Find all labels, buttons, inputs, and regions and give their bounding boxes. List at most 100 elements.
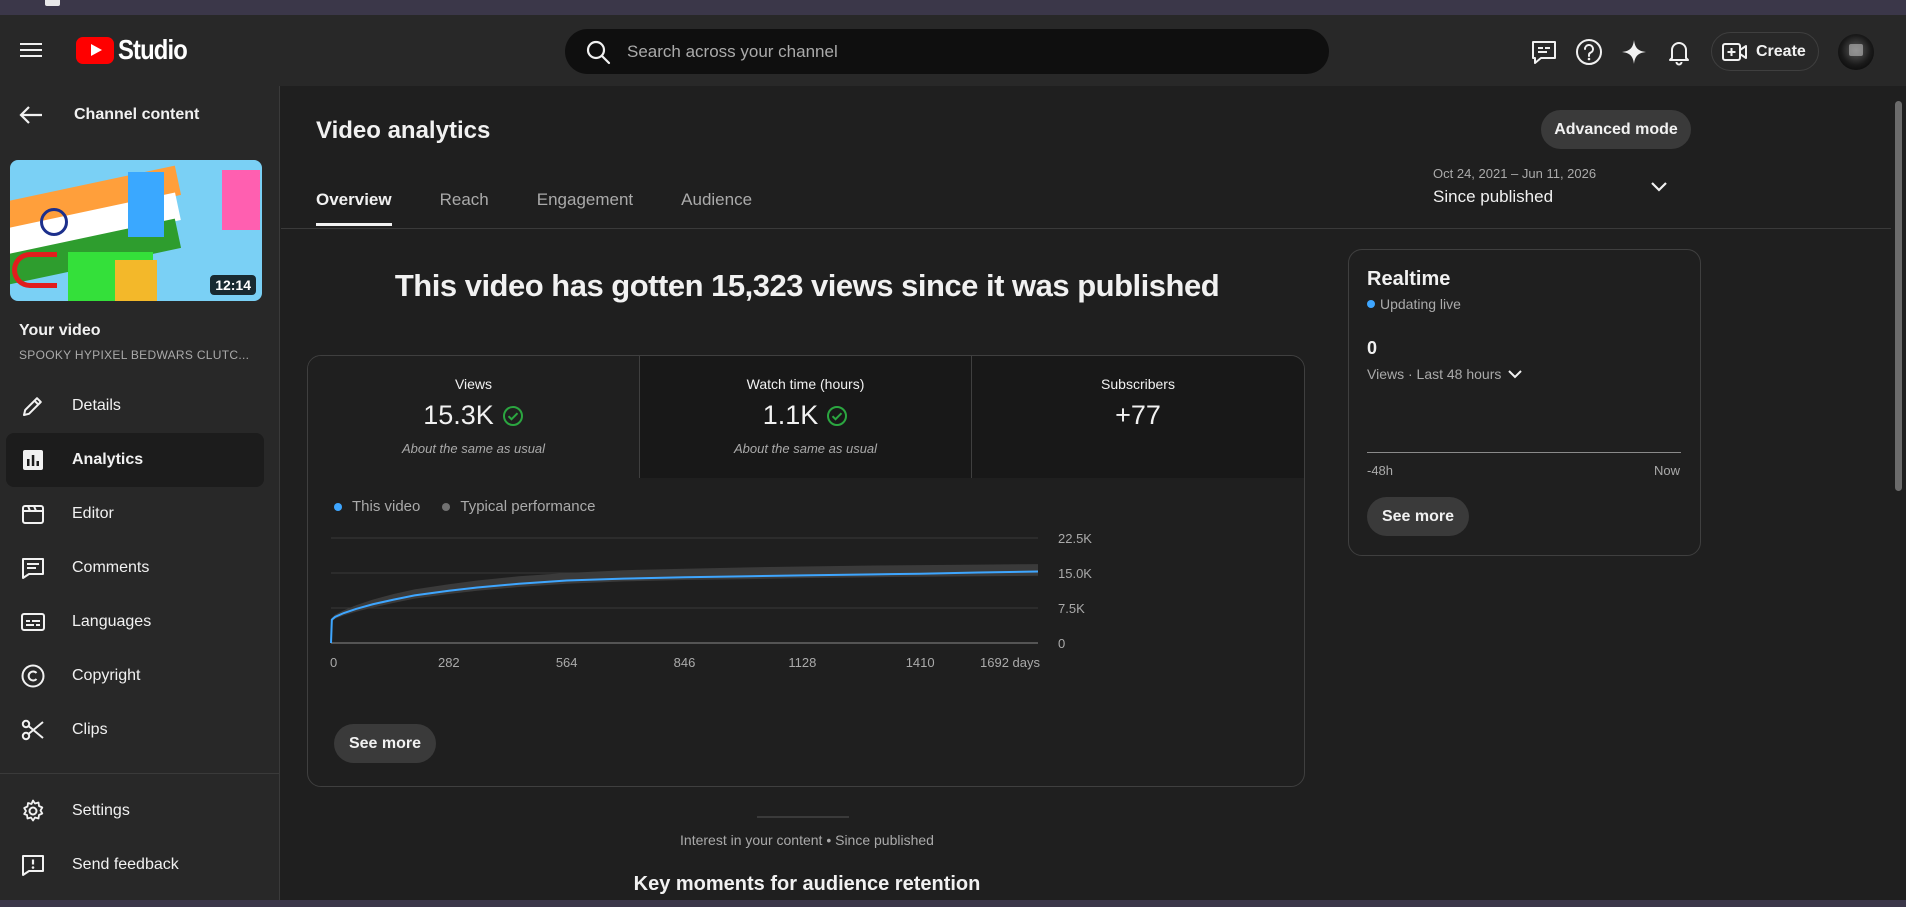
sidebar-item-send-feedback[interactable]: Send feedback [6,838,264,892]
your-video-label: Your video [19,322,101,339]
y-tick-label: 7.5K [1058,601,1085,616]
y-tick-label: 15.0K [1058,566,1092,581]
tabs-divider [281,228,1891,229]
legend-item-this-video: This video [334,498,420,515]
avatar[interactable] [1838,34,1874,70]
overview-card: Views 15.3K About the same as usual Watc… [307,355,1305,787]
sidebar-item-label: Clips [72,721,108,738]
sidebar-item-clips[interactable]: Clips [6,703,264,757]
legend-label: This video [352,498,421,515]
red-arrow-icon [12,252,57,288]
video-add-icon [1722,42,1747,61]
sparkle-icon[interactable] [1619,37,1649,67]
views-chart: 0 7.5K 15.0K 22.5K 0 282 564 846 1128 1410 1692 da… [330,531,1092,670]
browser-tab[interactable] [45,0,60,6]
gear-icon [23,799,44,822]
bell-icon[interactable] [1664,37,1694,67]
scrollbar-thumb[interactable] [1895,101,1902,491]
subtitles-icon[interactable] [1529,37,1559,67]
youtube-play-icon [76,36,114,64]
chart-legend: This video Typical performance [334,498,617,515]
sidebar-item-analytics[interactable]: Analytics [6,433,264,487]
scissors-icon [21,719,44,741]
search-input[interactable] [627,41,1307,62]
metric-views[interactable]: Views 15.3K About the same as usual [308,356,640,478]
live-indicator: Updating live [1367,296,1461,312]
logo-text: Studio [118,34,188,65]
realtime-axis [1367,452,1681,453]
headline: This video has gotten 15,323 views since… [394,268,1220,303]
date-range-picker[interactable]: Oct 24, 2021 – Jun 11, 2026 Since publis… [1433,166,1673,207]
create-label: Create [1756,42,1806,60]
chevron-down-icon [1651,182,1667,192]
realtime-value: 0 [1367,338,1378,358]
help-icon[interactable] [1574,37,1604,67]
metric-note: About the same as usual [401,441,546,456]
sidebar-item-label: Copyright [72,667,141,684]
typical-performance-band [331,564,1038,643]
sidebar-item-languages[interactable]: Languages [6,595,264,649]
realtime-card: Realtime Updating live 0 Views · Last 48… [1348,249,1701,556]
metric-subscribers[interactable]: Subscribers +77 [972,356,1304,478]
video-thumbnail[interactable]: 12:14 [10,160,262,301]
search-bar[interactable] [565,29,1329,74]
key-moments-title: Key moments for audience retention [633,873,981,895]
tab-reach[interactable]: Reach [440,190,489,226]
sidebar-item-copyright[interactable]: Copyright [6,649,264,703]
realtime-title: Realtime [1367,268,1451,290]
y-tick-label: 22.5K [1058,531,1092,546]
chakra-icon [40,208,68,236]
analytics-icon [23,450,43,470]
page-title: Video analytics [316,117,491,144]
see-more-button[interactable]: See more [334,724,436,763]
sidebar-item-details[interactable]: Details [6,379,264,433]
sidebar-item-label: Languages [72,613,152,630]
sidebar-item-label: Analytics [72,451,144,468]
studio-logo[interactable]: Studio [76,33,199,67]
search-icon[interactable] [585,39,611,65]
copyright-icon [21,664,45,688]
date-range-dates: Oct 24, 2021 – Jun 11, 2026 [1433,166,1597,181]
back-to-channel-content[interactable]: Channel content [18,104,199,126]
sidebar-item-comments[interactable]: Comments [6,541,264,595]
sidebar: Channel content 12:14 Your video SPOOKY … [0,86,280,907]
advanced-mode-button[interactable]: Advanced mode [1541,110,1691,149]
comments-icon [22,558,44,579]
main-content: Video analytics Advanced mode Overview R… [281,86,1891,907]
arrow-back-icon [19,106,42,124]
sidebar-item-label: Details [72,397,121,414]
x-tick-label: 1692 days [980,655,1040,670]
realtime-metric-selector[interactable]: Views · Last 48 hours [1367,366,1525,382]
back-label: Channel content [74,106,200,123]
y-tick-label: 0 [1058,636,1065,651]
sidebar-bottom-nav: Settings Send feedback [6,784,264,892]
pencil-icon [23,397,42,416]
sidebar-item-label: Settings [72,802,130,819]
x-tick-label: 1128 [788,655,816,670]
date-range-period: Since published [1433,187,1554,206]
menu-icon[interactable] [20,39,48,63]
create-button[interactable]: Create [1711,32,1819,71]
tab-overview[interactable]: Overview [316,190,392,226]
tab-engagement[interactable]: Engagement [537,190,633,226]
x-tick-label: 1410 [906,655,935,670]
sidebar-nav: Details Analytics Editor Comments Langua… [6,379,264,757]
realtime-see-more-button[interactable]: See more [1367,497,1469,536]
sidebar-item-label: Comments [72,559,150,576]
clapper-icon [22,505,44,524]
analytics-tabs: Overview Reach Engagement Audience [316,190,800,226]
x-tick-label: 282 [438,655,460,670]
section-divider [757,816,849,818]
page-scrollbar[interactable] [1891,86,1906,907]
sidebar-item-settings[interactable]: Settings [6,784,264,838]
metric-label: Watch time (hours) [746,376,865,392]
x-tick-label: 564 [556,655,578,670]
sidebar-item-label: Editor [72,505,114,522]
sidebar-item-editor[interactable]: Editor [6,487,264,541]
video-duration: 12:14 [210,275,256,295]
metric-label: Views [454,376,493,392]
metric-note: About the same as usual [733,441,878,456]
tab-audience[interactable]: Audience [681,190,752,226]
browser-tab-strip [0,0,1906,15]
metric-watch-time[interactable]: Watch time (hours) 1.1K About the same a… [640,356,972,478]
